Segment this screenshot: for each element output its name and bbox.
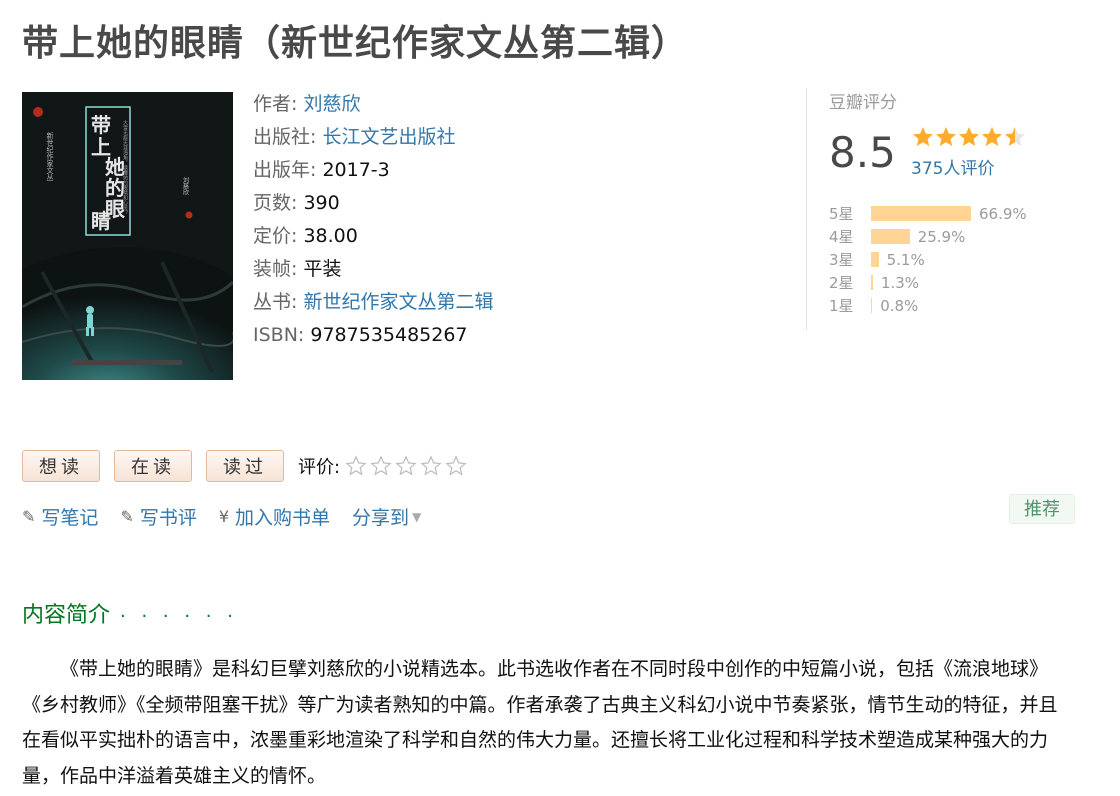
- rating-panel: 豆瓣评分 8.5 375人评价 5星 66.9% 4星 25.9% 3星 5.1% 2星 1.…: [806, 88, 1086, 330]
- info-label: ISBN:: [253, 324, 305, 346]
- rate-star-3-icon[interactable]: [394, 455, 418, 477]
- rating-bar-percent: 0.8%: [880, 296, 919, 315]
- secondary-links: ✎ 写笔记 ✎ 写书评 ¥ 加入购书单 分享到 ▼: [22, 503, 443, 530]
- info-value: 2017-3: [322, 159, 390, 181]
- rating-bar-label: 3星: [829, 251, 854, 269]
- info-label: 出版年:: [253, 159, 317, 181]
- publisher-link[interactable]: 长江文艺出版社: [322, 126, 455, 148]
- info-price: 定价: 38.00: [253, 220, 493, 253]
- rating-star-icon: [959, 127, 979, 146]
- rating-bar-label: 5星: [829, 205, 854, 223]
- series-link[interactable]: 新世纪作家文丛第二辑: [303, 291, 493, 313]
- rating-bar-label: 4星: [829, 228, 854, 246]
- yen-icon: ¥: [218, 507, 230, 526]
- rating-bar-row: 4星 25.9%: [829, 225, 1027, 248]
- rating-star-icon: [936, 127, 956, 146]
- section-title-text: 内容简介: [22, 603, 111, 628]
- info-binding: 装帧: 平装: [253, 253, 493, 286]
- rating-bar-fill: [871, 252, 879, 267]
- rating-bar-fill: [871, 275, 873, 290]
- share-text[interactable]: 分享到: [352, 503, 409, 530]
- write-review-text[interactable]: 写书评: [140, 503, 197, 530]
- info-value: 9787535485267: [310, 324, 468, 346]
- rating-bar-percent: 66.9%: [979, 204, 1027, 223]
- rating-bar-fill: [871, 298, 873, 313]
- cover-art: 带 上 她 的 眼 睛 新世纪作家文丛 大雪无痕天涯海角，读懂她的眼睛和心灵？ …: [22, 92, 233, 380]
- rating-bar-row: 5星 66.9%: [829, 202, 1027, 225]
- write-review-link[interactable]: ✎ 写书评: [120, 503, 196, 530]
- book-intro: 《带上她的眼睛》是科幻巨擘刘慈欣的小说精选本。此书选收作者在不同时段中创作的中短…: [22, 658, 1058, 787]
- rate-star-4-icon[interactable]: [419, 455, 443, 477]
- reading-button[interactable]: 在读: [114, 450, 192, 482]
- section-title: 内容简介 · · · · · ·: [22, 597, 238, 629]
- rate-label: 评价:: [298, 457, 341, 478]
- recommend-button[interactable]: 推荐: [1009, 494, 1075, 524]
- cover-title-char: 睛: [91, 209, 111, 233]
- rating-bar-label: 1星: [829, 297, 854, 315]
- info-value: 平装: [303, 258, 342, 280]
- author-link[interactable]: 刘慈欣: [303, 93, 360, 115]
- rating-star-icon: [1005, 127, 1025, 146]
- add-to-booklist-text[interactable]: 加入购书单: [235, 503, 330, 530]
- cover-title-char: 带: [91, 113, 111, 137]
- rating-bar-label: 2星: [829, 274, 854, 292]
- book-cover[interactable]: 带 上 她 的 眼 睛 新世纪作家文丛 大雪无痕天涯海角，读懂她的眼睛和心灵？ …: [22, 92, 233, 380]
- info-label: 装帧:: [253, 258, 298, 280]
- info-year: 出版年: 2017-3: [253, 154, 493, 187]
- write-note-text[interactable]: 写笔记: [41, 503, 98, 530]
- rating-bar-percent: 25.9%: [917, 227, 966, 246]
- rating-bar-fill: [871, 206, 971, 221]
- book-info: 作者: 刘慈欣 出版社: 长江文艺出版社 出版年: 2017-3 页数: 390…: [253, 88, 493, 352]
- rating-bar-percent: 5.1%: [886, 250, 925, 269]
- rating-bar-fill: [871, 229, 910, 244]
- info-value: 390: [303, 192, 340, 214]
- rating-breakdown: 5星 66.9% 4星 25.9% 3星 5.1% 2星 1.3% 1星 0.8%: [829, 202, 1027, 317]
- have-read-button[interactable]: 读过: [206, 450, 284, 482]
- info-label: 丛书:: [253, 291, 298, 313]
- rating-people-link[interactable]: 375人评价: [911, 154, 994, 179]
- caret-down-icon: ▼: [412, 509, 422, 524]
- rate-star-2-icon[interactable]: [369, 455, 393, 477]
- info-label: 页数:: [253, 192, 298, 214]
- rating-bar-row: 3星 5.1%: [829, 248, 1027, 271]
- rating-bar-row: 1星 0.8%: [829, 294, 1027, 317]
- add-to-booklist-link[interactable]: ¥ 加入购书单: [219, 503, 330, 530]
- write-note-link[interactable]: ✎ 写笔记: [22, 503, 98, 530]
- info-publisher: 出版社: 长江文艺出版社: [253, 121, 493, 154]
- pencil-icon: ✎: [120, 507, 134, 526]
- info-pages: 页数: 390: [253, 187, 493, 220]
- info-series: 丛书: 新世纪作家文丛第二辑: [253, 286, 493, 319]
- info-label: 作者:: [253, 93, 298, 115]
- rating-star-icon: [913, 127, 933, 146]
- info-label: 出版社:: [253, 126, 317, 148]
- want-to-read-button[interactable]: 想读: [22, 450, 100, 482]
- rating-stars: [913, 127, 1025, 146]
- rating-bar-percent: 1.3%: [880, 273, 920, 292]
- cover-author: 刘慈欣: [182, 176, 189, 196]
- info-value: 38.00: [303, 225, 358, 247]
- rating-bar-row: 2星 1.3%: [829, 271, 1027, 294]
- rating-label: 豆瓣评分: [829, 93, 897, 113]
- cover-series: 新世纪作家文丛: [46, 131, 54, 181]
- action-bar: 想读 在读 读过 评价:: [22, 450, 469, 482]
- pencil-icon: ✎: [22, 507, 36, 526]
- info-isbn: ISBN: 9787535485267: [253, 319, 493, 352]
- rate-star-5-icon[interactable]: [444, 455, 468, 477]
- cover-tagline: 大雪无痕天涯海角，读懂她的眼睛和心灵？: [122, 119, 128, 215]
- page-title: 带上她的眼睛（新世纪作家文丛第二辑）: [22, 23, 689, 64]
- user-rating-stars: [344, 455, 469, 477]
- rating-score: 8.5: [829, 128, 896, 177]
- info-label: 定价:: [253, 225, 298, 247]
- rate-star-1-icon[interactable]: [344, 455, 368, 477]
- info-author: 作者: 刘慈欣: [253, 88, 493, 121]
- section-dots: · · · · · ·: [120, 606, 238, 627]
- share-link[interactable]: 分享到 ▼: [352, 503, 421, 530]
- rating-star-icon: [982, 127, 1002, 146]
